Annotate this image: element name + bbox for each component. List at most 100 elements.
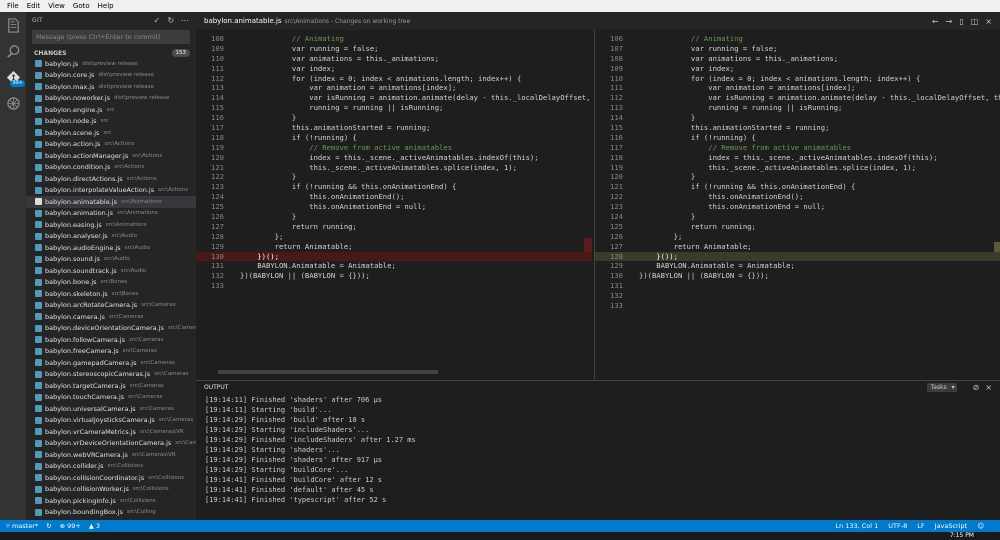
problems-status[interactable]: ⊗ 99+: [60, 522, 81, 530]
changed-file-item[interactable]: babylon.directActions.js src\Actions: [26, 173, 196, 185]
eol-status[interactable]: LF: [917, 522, 924, 530]
sync-icon[interactable]: ↻: [46, 522, 51, 530]
warnings-count: 3: [95, 522, 101, 530]
changed-file-item[interactable]: babylon.actionManager.js src\Actions: [26, 150, 196, 162]
file-name: babylon.vrDeviceOrientationCamera.js: [45, 439, 172, 448]
code-line: 106 // Animating: [595, 34, 1000, 44]
warnings-status[interactable]: ▲ 3: [89, 522, 100, 530]
changed-file-item[interactable]: babylon.touchCamera.js src\Cameras: [26, 392, 196, 404]
menu-item-help[interactable]: Help: [94, 2, 118, 10]
changed-file-item[interactable]: babylon.soundtrack.js src\Audio: [26, 265, 196, 277]
cursor-position[interactable]: Ln 133, Col 1: [835, 522, 878, 530]
language-mode[interactable]: JavaScript: [935, 522, 968, 530]
code-line: 110 var animations = this._animations;: [196, 54, 592, 64]
problems-count: 99+: [67, 522, 81, 530]
changed-file-item[interactable]: babylon.followCamera.js src\Cameras: [26, 334, 196, 346]
code-line: 112 var isRunning = animation.animate(de…: [595, 93, 1000, 103]
code-text: for (index = 0; index < animations.lengt…: [639, 73, 921, 83]
js-file-icon: [35, 439, 42, 447]
output-channel-select[interactable]: Tasks: [926, 382, 957, 392]
search-icon[interactable]: [0, 38, 26, 64]
horizontal-scrollbar[interactable]: [218, 370, 438, 374]
changed-file-item[interactable]: babylon.js dist\preview release: [26, 58, 196, 70]
menu-item-edit[interactable]: Edit: [23, 2, 45, 10]
changed-file-item[interactable]: babylon.scene.js src: [26, 127, 196, 139]
changed-file-item[interactable]: babylon.action.js src\Actions: [26, 139, 196, 151]
changed-file-item[interactable]: babylon.boundingBox.js src\Culling: [26, 507, 196, 519]
code-line: 120 }: [595, 172, 1000, 182]
file-path: src\Cameras: [108, 313, 144, 320]
changed-file-item[interactable]: babylon.animatable.js src\Animations: [26, 196, 196, 208]
changed-file-item[interactable]: babylon.freeCamera.js src\Cameras: [26, 346, 196, 358]
changed-file-item[interactable]: babylon.noworker.js dist\preview release: [26, 93, 196, 105]
changed-file-item[interactable]: babylon.bone.js src\Bones: [26, 277, 196, 289]
file-path: dist\preview release: [98, 83, 154, 90]
js-file-icon: [35, 462, 42, 470]
refresh-icon[interactable]: ↻: [166, 15, 176, 25]
changed-file-item[interactable]: babylon.pickingInfo.js src\Collisions: [26, 495, 196, 507]
changed-file-item[interactable]: babylon.animation.js src\Animations: [26, 208, 196, 220]
commit-check-icon[interactable]: ✓: [152, 15, 162, 25]
code-line: 128 };: [196, 232, 592, 242]
menu-item-goto[interactable]: Goto: [69, 2, 94, 10]
js-file-icon: [35, 60, 42, 68]
changed-file-item[interactable]: babylon.collider.js src\Collisions: [26, 461, 196, 473]
changed-file-item[interactable]: babylon.stereoscopicCameras.js src\Camera…: [26, 369, 196, 381]
branch-status[interactable]: ⑂ master*: [6, 522, 38, 530]
changed-file-item[interactable]: babylon.webVRCamera.js src\Cameras\VR: [26, 449, 196, 461]
changed-file-item[interactable]: babylon.gamepadCamera.js src\Cameras: [26, 357, 196, 369]
menu-item-file[interactable]: File: [3, 2, 23, 10]
debug-icon[interactable]: [0, 90, 26, 116]
changed-file-item[interactable]: babylon.audioEngine.js src\Audio: [26, 242, 196, 254]
feedback-icon[interactable]: ☺: [977, 522, 984, 530]
js-file-icon: [35, 255, 42, 263]
git-sidebar: GIT ✓ ↻ ⋯ CHANGES 153 babylon.jsdist\pre…: [26, 12, 196, 520]
editor-tab-title[interactable]: babylon.animatable.js: [204, 17, 282, 25]
changed-file-item[interactable]: babylon.collisionCoordinator.js src\Colli…: [26, 472, 196, 484]
previous-change-icon[interactable]: ←: [932, 17, 939, 26]
changed-file-item[interactable]: babylon.max.js dist\preview release: [26, 81, 196, 93]
line-number: 123: [610, 202, 623, 212]
split-editor-icon[interactable]: ◫: [971, 17, 979, 26]
changed-file-item[interactable]: babylon.engine.js src: [26, 104, 196, 116]
changed-file-item[interactable]: babylon.collisionWorker.js src\Collisions: [26, 484, 196, 496]
changed-file-item[interactable]: babylon.node.js src: [26, 116, 196, 128]
encoding-status[interactable]: UTF-8: [888, 522, 907, 530]
file-path: src\Came...: [175, 440, 196, 447]
commit-message-input[interactable]: [32, 30, 190, 44]
close-panel-icon[interactable]: ×: [985, 383, 992, 392]
changed-file-item[interactable]: babylon.sound.js src\Audio: [26, 254, 196, 266]
diff-pane-original[interactable]: 108 // Animating 109 var running = false;…: [196, 30, 592, 388]
open-file-icon[interactable]: ▯: [959, 17, 963, 26]
next-change-icon[interactable]: →: [946, 17, 953, 26]
more-icon[interactable]: ⋯: [180, 15, 190, 25]
file-path: src\Cameras: [129, 382, 164, 389]
file-name: babylon.targetCamera.js: [45, 381, 126, 390]
changed-file-item[interactable]: babylon.virtualJoysticksCamera.js src\Cam…: [26, 415, 196, 427]
diff-pane-modified[interactable]: 106 // Animating 107 var running = false;…: [594, 30, 1000, 388]
changed-file-item[interactable]: babylon.deviceOrientationCamera.js src\Ca…: [26, 323, 196, 335]
clear-output-icon[interactable]: ⊘: [973, 383, 980, 392]
changed-file-item[interactable]: babylon.interpolateValueAction.js src\Act…: [26, 185, 196, 197]
file-name: babylon.webVRCamera.js: [45, 450, 128, 459]
close-icon[interactable]: ×: [985, 17, 992, 26]
changed-file-item[interactable]: babylon.vrDeviceOrientationCamera.js src\…: [26, 438, 196, 450]
changed-file-item[interactable]: babylon.core.js dist\preview release: [26, 70, 196, 82]
code-text: })(BABYLON || (BABYLON = {}));: [639, 271, 769, 281]
changed-file-item[interactable]: babylon.analyser.js src\Audio: [26, 231, 196, 243]
menu-item-view[interactable]: View: [44, 2, 69, 10]
file-path: src\Culling: [126, 509, 156, 516]
code-line: 130})(BABYLON || (BABYLON = {}));: [595, 271, 1000, 281]
changed-file-item[interactable]: babylon.targetCamera.js src\Cameras: [26, 380, 196, 392]
changed-file-item[interactable]: babylon.camera.js src\Cameras: [26, 311, 196, 323]
line-number: 118: [211, 132, 224, 142]
js-file-icon: [35, 129, 42, 137]
changed-file-item[interactable]: babylon.condition.js src\Actions: [26, 162, 196, 174]
changed-file-item[interactable]: babylon.universalCamera.js src\Cameras: [26, 403, 196, 415]
changed-file-item[interactable]: babylon.arcRotateCamera.js src\Cameras: [26, 300, 196, 312]
changed-file-item[interactable]: babylon.skeleton.js src\Bones: [26, 288, 196, 300]
explore-icon[interactable]: [0, 12, 26, 38]
changed-file-item[interactable]: babylon.easing.js src\Animations: [26, 219, 196, 231]
changed-file-item[interactable]: babylon.vrCameraMetrics.js src\Cameras\VR: [26, 426, 196, 438]
git-icon[interactable]: 99+: [0, 64, 26, 90]
